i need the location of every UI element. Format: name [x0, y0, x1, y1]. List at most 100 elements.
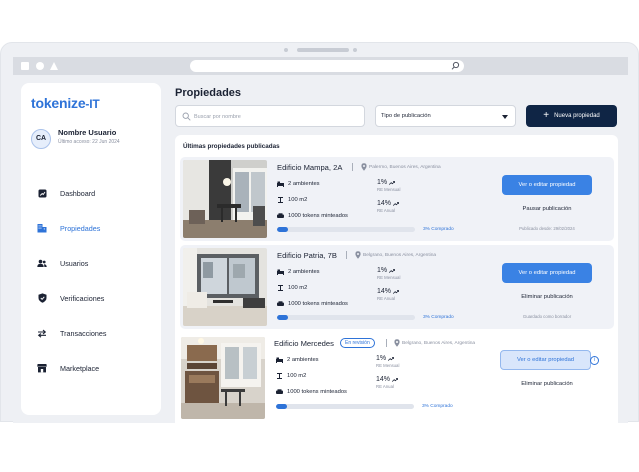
trend-up-icon: [392, 377, 398, 382]
property-card: Edificio Patria, 7B Belgrano, Buenos Air…: [180, 245, 614, 329]
property-location: Belgrano, Buenos Aires, Argentina: [402, 341, 476, 346]
laptop-frame: tokenize-IT CA Nombre Usuario Último acc…: [0, 42, 639, 423]
sidebar-item-dashboard[interactable]: Dashboard: [31, 185, 151, 201]
new-property-button[interactable]: + Nueva propiedad: [526, 105, 617, 127]
rooms-value: 2 ambientes: [288, 181, 320, 187]
window-circle-icon[interactable]: [36, 62, 44, 70]
re-monthly-label: RE Mensual: [376, 363, 400, 368]
token-icon: [277, 301, 284, 306]
sidebar-item-label: Transacciones: [60, 328, 107, 338]
sidebar-item-propiedades[interactable]: Propiedades: [31, 220, 151, 236]
progress-label: 3% Comprado: [423, 315, 454, 320]
location-pin-icon: [394, 339, 400, 347]
window-triangle-icon[interactable]: [50, 62, 58, 70]
tokens-value: 1000 tokens minteados: [288, 213, 348, 219]
search-icon[interactable]: [450, 61, 460, 71]
tokens-feature: 1000 tokens minteados: [276, 389, 347, 395]
delete-publication-button[interactable]: Eliminar publicación: [502, 294, 592, 300]
publication-type-select[interactable]: Tipo de publicación: [375, 105, 516, 127]
logo-text: tokenize: [31, 95, 86, 111]
rooms-value: 2 ambientes: [288, 269, 320, 275]
property-photo: [183, 160, 267, 238]
area-value: 100 m2: [287, 373, 307, 379]
camera-bar: [297, 48, 349, 52]
purchase-progress: [276, 404, 414, 409]
transfer-icon: [37, 328, 47, 338]
location-pin-icon: [355, 251, 361, 259]
search-field[interactable]: [175, 105, 365, 127]
publication-type-label: Tipo de publicación: [381, 113, 431, 119]
view-edit-property-button[interactable]: Ver o editar propiedad: [502, 263, 592, 283]
property-card: Edificio Mampa, 2A Palermo, Buenos Aires…: [180, 157, 614, 241]
trend-up-icon: [389, 180, 396, 185]
re-annual: 14% RE Anual: [377, 200, 399, 213]
progress-label: 3% Comprado: [423, 227, 454, 232]
last-access: Último acceso: 22 Jun 2024: [58, 139, 120, 145]
tokens-feature: 1000 tokens minteados: [277, 213, 348, 219]
sidebar-item-label: Dashboard: [60, 188, 96, 198]
bed-icon: [277, 181, 284, 187]
search-icon: [182, 112, 191, 121]
address-bar[interactable]: [190, 60, 464, 72]
shield-icon: [37, 293, 47, 303]
token-icon: [276, 389, 283, 394]
properties-panel: Últimas propiedades publicadas Edificio …: [175, 135, 618, 423]
delete-publication-button[interactable]: Eliminar publicación: [502, 381, 592, 387]
property-location: Palermo, Buenos Aires, Argentina: [369, 165, 441, 170]
property-name[interactable]: Edificio Mercedes: [274, 339, 334, 348]
sidebar-item-transacciones[interactable]: Transacciones: [31, 325, 151, 341]
avatar[interactable]: CA: [31, 129, 51, 149]
area-feature: 100 m2: [276, 373, 306, 379]
area-feature: 100 m2: [277, 197, 307, 203]
progress-fill: [277, 227, 289, 232]
re-annual-label: RE Anual: [377, 208, 395, 213]
re-monthly: 1% RE Mensual: [376, 355, 399, 368]
area-value: 100 m2: [288, 285, 308, 291]
ruler-icon: [278, 197, 283, 203]
sidebar-item-label: Propiedades: [60, 223, 101, 233]
ruler-icon: [277, 373, 282, 379]
tokens-feature: 1000 tokens minteados: [277, 301, 348, 307]
chart-icon: [37, 188, 47, 198]
rooms-value: 2 ambientes: [287, 357, 319, 363]
sidebar-item-verificaciones[interactable]: Verificaciones: [31, 290, 151, 306]
plus-icon: +: [543, 110, 550, 121]
list-title: Últimas propiedades publicadas: [183, 143, 280, 150]
re-monthly-value: 1%: [377, 267, 388, 274]
search-input[interactable]: [194, 110, 360, 123]
re-annual: 14% RE Anual: [376, 376, 398, 389]
new-property-label: Nueva propiedad: [554, 113, 600, 119]
ruler-icon: [278, 285, 283, 291]
sidebar-item-usuarios[interactable]: Usuarios: [31, 255, 151, 271]
token-icon: [277, 213, 284, 218]
property-name[interactable]: Edificio Mampa, 2A: [277, 163, 342, 172]
sidebar-item-label: Usuarios: [60, 258, 89, 268]
camera-dot: [284, 48, 288, 52]
view-edit-property-button[interactable]: Ver o editar propiedad: [502, 175, 592, 195]
page-title: Propiedades: [175, 87, 242, 99]
browser-toolbar: [13, 57, 628, 75]
property-card: Edificio Mercedes En revisión Belgrano, …: [180, 333, 614, 423]
pause-publication-button[interactable]: Pausar publicación: [502, 206, 592, 212]
window-square-icon[interactable]: [21, 62, 29, 70]
re-annual-label: RE Anual: [377, 296, 395, 301]
building-icon: [37, 223, 47, 233]
rooms-feature: 2 ambientes: [277, 269, 320, 275]
sidebar-item-marketplace[interactable]: Marketplace: [31, 360, 151, 376]
info-icon[interactable]: i: [590, 356, 599, 365]
property-name[interactable]: Edificio Patria, 7B: [277, 251, 337, 260]
re-annual-label: RE Anual: [376, 384, 394, 389]
logo-suffix: -IT: [85, 97, 100, 111]
app-logo[interactable]: tokenize-IT: [31, 95, 100, 111]
view-edit-property-button[interactable]: Ver o editar propiedad: [500, 350, 591, 370]
property-photo: [181, 337, 265, 419]
store-icon: [37, 363, 47, 373]
tokens-value: 1000 tokens minteados: [288, 301, 348, 307]
sidebar-item-label: Verificaciones: [60, 293, 105, 303]
re-annual-value: 14%: [376, 376, 391, 383]
sidebar: tokenize-IT CA Nombre Usuario Último acc…: [21, 83, 161, 415]
re-monthly-label: RE Mensual: [377, 187, 401, 192]
area-feature: 100 m2: [277, 285, 307, 291]
progress-fill: [276, 404, 288, 409]
status-badge: En revisión: [340, 338, 375, 348]
